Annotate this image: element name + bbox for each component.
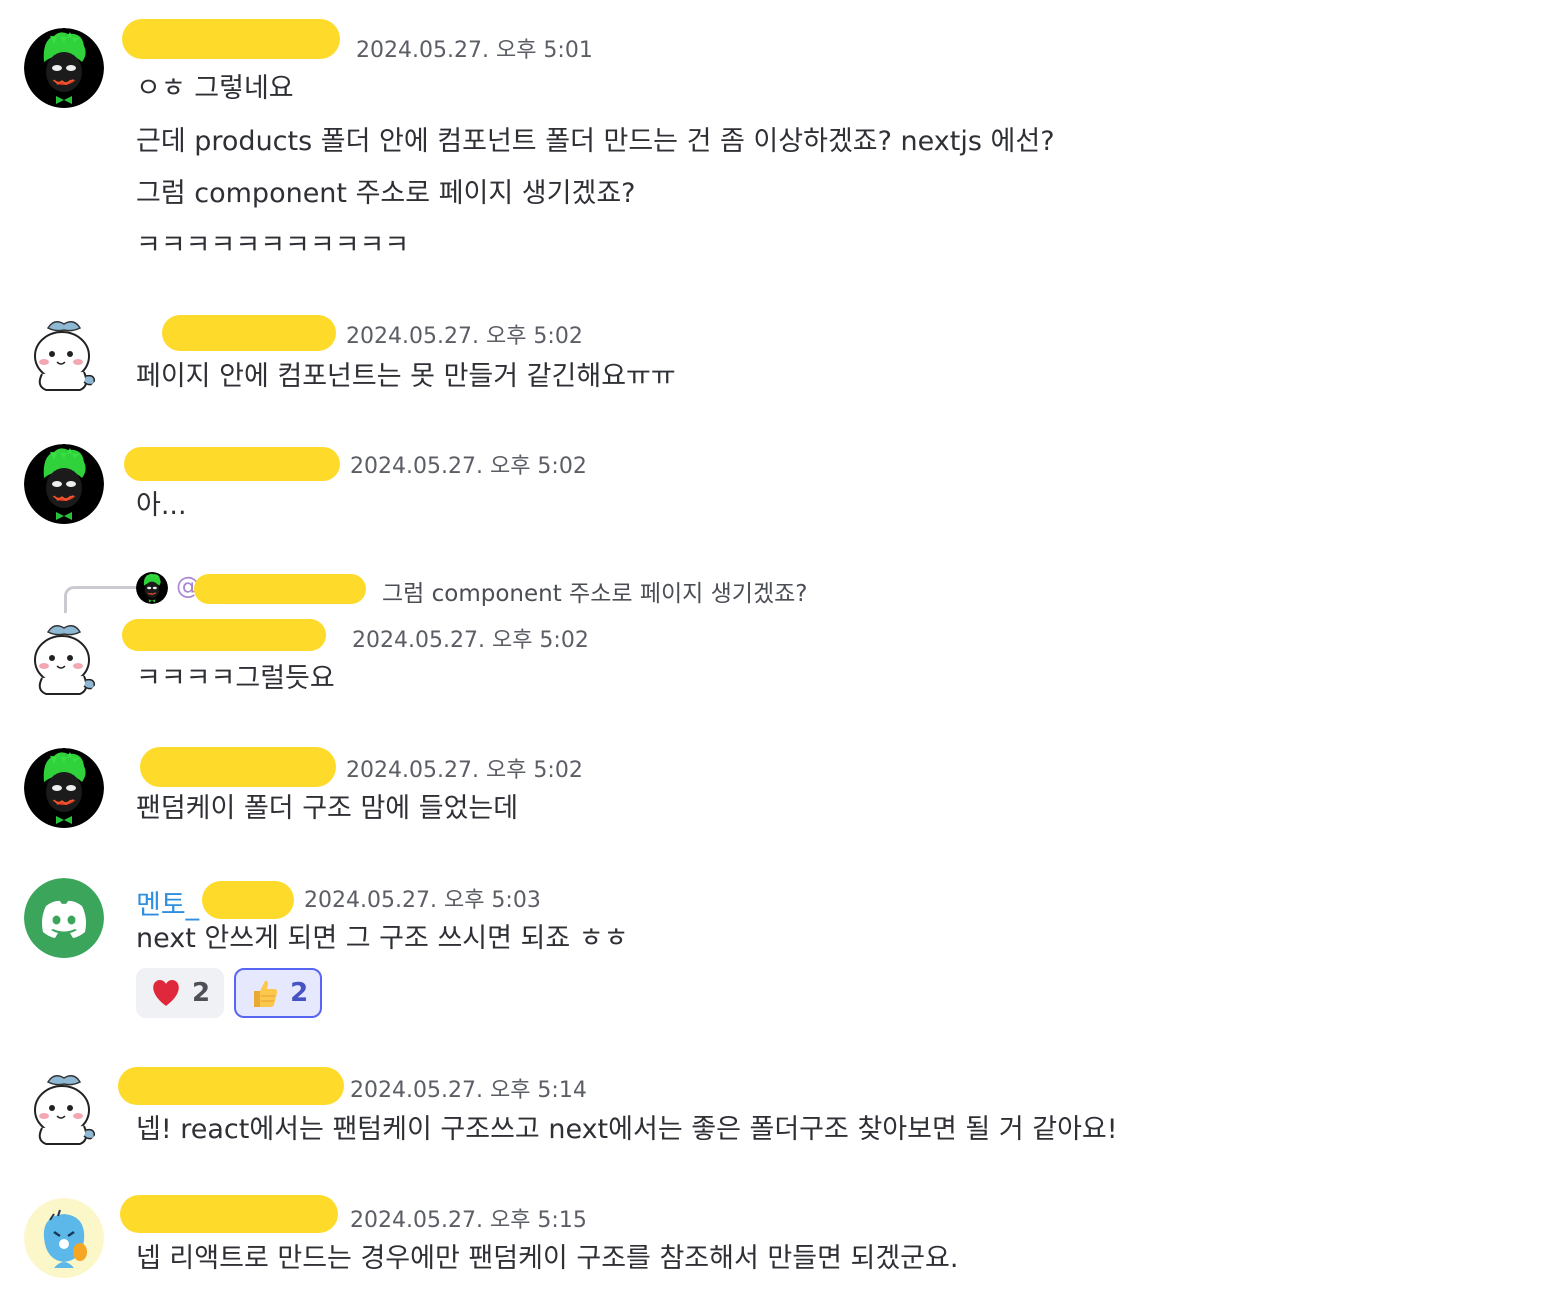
message-timestamp[interactable]: 2024.05.27. 오후 5:03: [304, 882, 541, 914]
message-text: 그럼 component 주소로 페이지 생기겠죠?: [136, 178, 636, 209]
message: 2024.05.27. 오후 5:02 ㅋㅋㅋㅋ그럴듯요: [0, 610, 1542, 710]
message-text: 페이지 안에 컴포넌트는 못 만들거 같긴해요ㅠㅠ: [136, 361, 676, 392]
author-redaction: [162, 315, 336, 351]
joker-avatar-icon: [136, 572, 168, 604]
hamster-avatar-icon[interactable]: [24, 620, 104, 700]
author-redaction: [202, 881, 294, 919]
reaction-thumbs-up[interactable]: 2: [234, 968, 323, 1018]
message-text: ㅋㅋㅋㅋ그럴듯요: [136, 663, 335, 694]
message-text: 넵 리액트로 만드는 경우에만 팬덤케이 구조를 참조해서 만들면 되겠군요.: [136, 1243, 959, 1274]
reply-preview-text[interactable]: 그럼 component 주소로 페이지 생기겠죠?: [382, 574, 808, 608]
reaction-bar: 2 2: [136, 968, 323, 1018]
message-text: 넵! react에서는 팬텀케이 구조쓰고 next에서는 좋은 폴더구조 찾아…: [136, 1114, 1118, 1145]
message-timestamp[interactable]: 2024.05.27. 오후 5:15: [350, 1202, 587, 1234]
message-text: ㅋㅋㅋㅋㅋㅋㅋㅋㅋㅋㅋ: [136, 230, 410, 261]
author-redaction: [124, 447, 340, 481]
joker-avatar-icon[interactable]: [24, 444, 104, 524]
message-text: 팬덤케이 폴더 구조 맘에 들었는데: [136, 793, 519, 824]
mention-redaction: [194, 574, 366, 604]
reply-connector: [64, 586, 139, 613]
reaction-count: 2: [192, 978, 211, 1008]
message-timestamp[interactable]: 2024.05.27. 오후 5:14: [350, 1072, 587, 1104]
message-text: 아...: [136, 490, 187, 521]
hamster-avatar-icon[interactable]: [24, 316, 104, 396]
message-timestamp[interactable]: 2024.05.27. 오후 5:02: [346, 318, 583, 350]
hamster-avatar-icon[interactable]: [24, 1070, 104, 1150]
message-timestamp[interactable]: 2024.05.27. 오후 5:02: [352, 622, 589, 654]
message: 2024.05.27. 오후 5:01 ㅇㅎ 그렇네요 근데 products …: [0, 0, 1542, 280]
message: 2024.05.27. 오후 5:02 팬덤케이 폴더 구조 맘에 들었는데: [0, 740, 1542, 840]
author-redaction: [120, 1195, 338, 1233]
thumbs-up-icon: [248, 977, 280, 1009]
message: 2024.05.27. 오후 5:02 페이지 안에 컴포넌트는 못 만들거 같…: [0, 310, 1542, 410]
joker-avatar-icon[interactable]: [24, 28, 104, 108]
author-redaction: [140, 747, 336, 787]
author-redaction: [122, 19, 340, 59]
reaction-heart[interactable]: 2: [136, 968, 225, 1018]
message: 2024.05.27. 오후 5:15 넵 리액트로 만드는 경우에만 팬덤케이…: [0, 1190, 1542, 1300]
message-text: 근데 products 폴더 안에 컴포넌트 폴더 만드는 건 좀 이상하겠죠?…: [136, 126, 1055, 157]
reply-reference[interactable]: @ 그럼 component 주소로 페이지 생기겠죠?: [60, 568, 960, 613]
message-timestamp[interactable]: 2024.05.27. 오후 5:01: [356, 32, 593, 64]
joker-avatar-icon[interactable]: [24, 748, 104, 828]
author-redaction: [122, 619, 326, 651]
discord-logo-icon[interactable]: [24, 878, 104, 958]
blue-creature-avatar-icon[interactable]: [24, 1198, 104, 1278]
reaction-count: 2: [290, 978, 309, 1008]
author-redaction: [118, 1067, 344, 1105]
message-text: next 안쓰게 되면 그 구조 쓰시면 되죠 ㅎㅎ: [136, 923, 629, 954]
message-timestamp[interactable]: 2024.05.27. 오후 5:02: [346, 752, 583, 784]
message: 2024.05.27. 오후 5:14 넵! react에서는 팬텀케이 구조쓰…: [0, 1060, 1542, 1170]
message-timestamp[interactable]: 2024.05.27. 오후 5:02: [350, 448, 587, 480]
heart-icon: [150, 977, 182, 1009]
message: 2024.05.27. 오후 5:02 아...: [0, 440, 1542, 540]
message-text: ㅇㅎ 그렇네요: [136, 73, 294, 104]
